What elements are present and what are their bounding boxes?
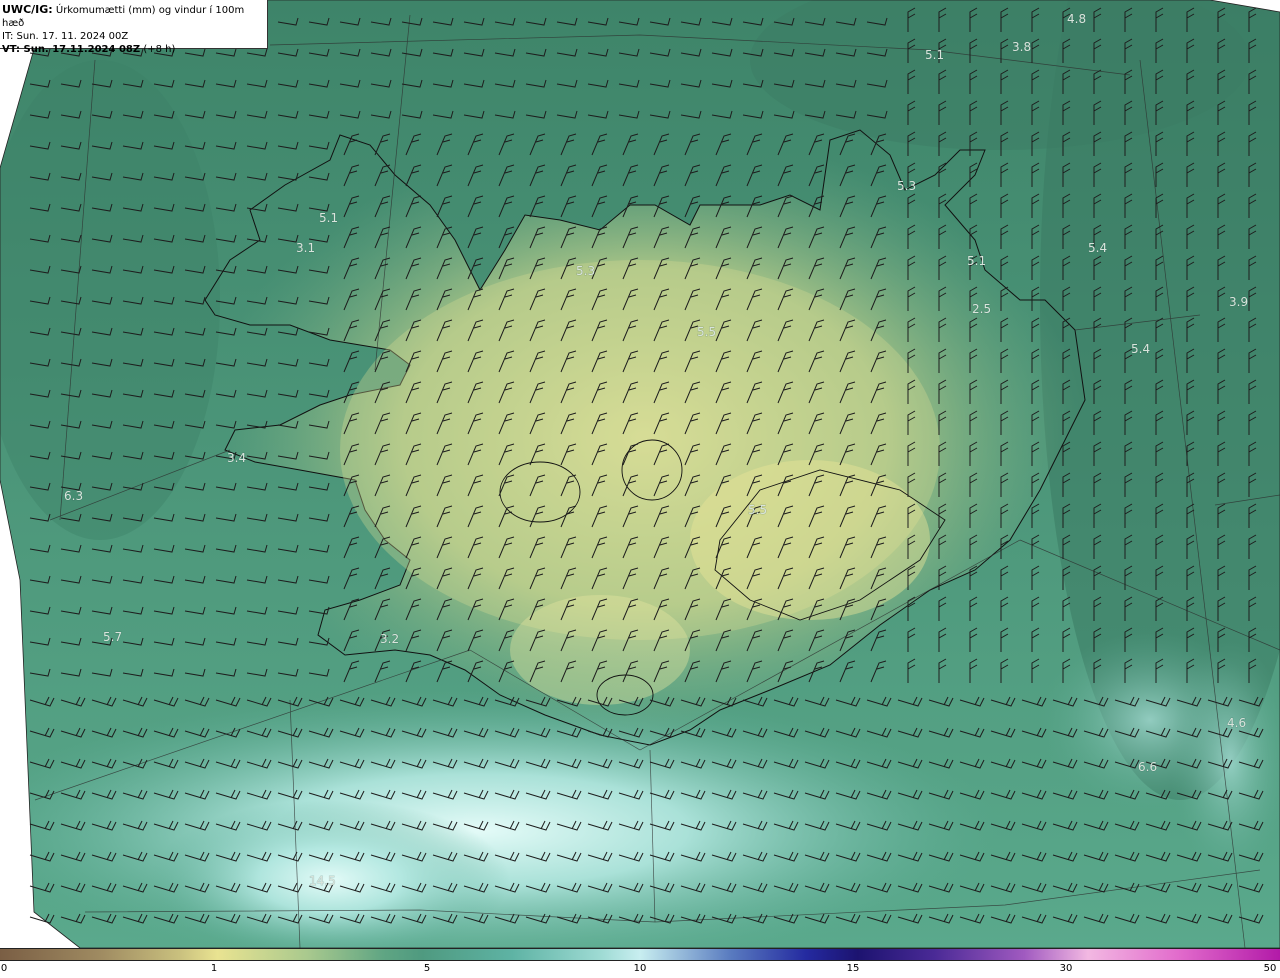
value-label: 4.8 [1067,12,1086,26]
map-header: UWC/IG: Úrkomumætti (mm) og vindur í 100… [0,0,268,55]
value-label: 4.6 [1227,716,1246,730]
forecast-map: 4.8 5.1 3.8 5.3 5.1 3.1 5.3 5.4 5.1 3.9 … [0,0,1280,948]
value-label: 6.6 [1138,760,1157,774]
value-label: 5.7 [103,630,122,644]
value-label: 5.4 [1131,342,1150,356]
value-label: 5.5 [697,325,716,339]
value-label: 5.1 [967,254,986,268]
value-label: 3.2 [380,632,399,646]
colorbar-tick-label: 1 [210,963,218,974]
model-name: UWC/IG: [2,3,53,16]
colorbar-tick-label: 30 [1059,963,1073,974]
value-label: 5.3 [576,264,595,278]
valid-time: VT: Sun. 17.11.2024 08Z [2,44,141,55]
value-label: 14.5 [309,874,336,888]
value-label: 2.5 [972,302,991,316]
title-row: UWC/IG: Úrkomumætti (mm) og vindur í 100… [2,3,267,30]
colorbar-tick-label: 10 [633,963,647,974]
colorbar-tick-label: 50 [1263,963,1277,974]
forecast-offset: (+8 h) [143,44,176,55]
valid-time-row: VT: Sun. 17.11.2024 08Z (+8 h) [2,43,267,56]
colorbar-tick-label: 5 [423,963,431,974]
value-label: 6.3 [64,489,83,503]
value-label: 3.4 [227,451,246,465]
colorbar-tick-label: 15 [846,963,860,974]
colorbar-tick-label: 0 [0,963,8,974]
value-label: 5.5 [748,503,767,517]
value-label: 3.9 [1229,295,1248,309]
value-label: 5.3 [897,179,916,193]
map-canvas: 4.8 5.1 3.8 5.3 5.1 3.1 5.3 5.4 5.1 3.9 … [0,0,1280,948]
value-label: 5.1 [319,211,338,225]
value-label: 3.8 [1012,40,1031,54]
precip-colorbar [0,948,1280,961]
value-label: 5.4 [1088,241,1107,255]
initial-time: IT: Sun. 17. 11. 2024 00Z [2,31,129,42]
value-label: 5.1 [925,48,944,62]
value-label: 3.1 [296,241,315,255]
